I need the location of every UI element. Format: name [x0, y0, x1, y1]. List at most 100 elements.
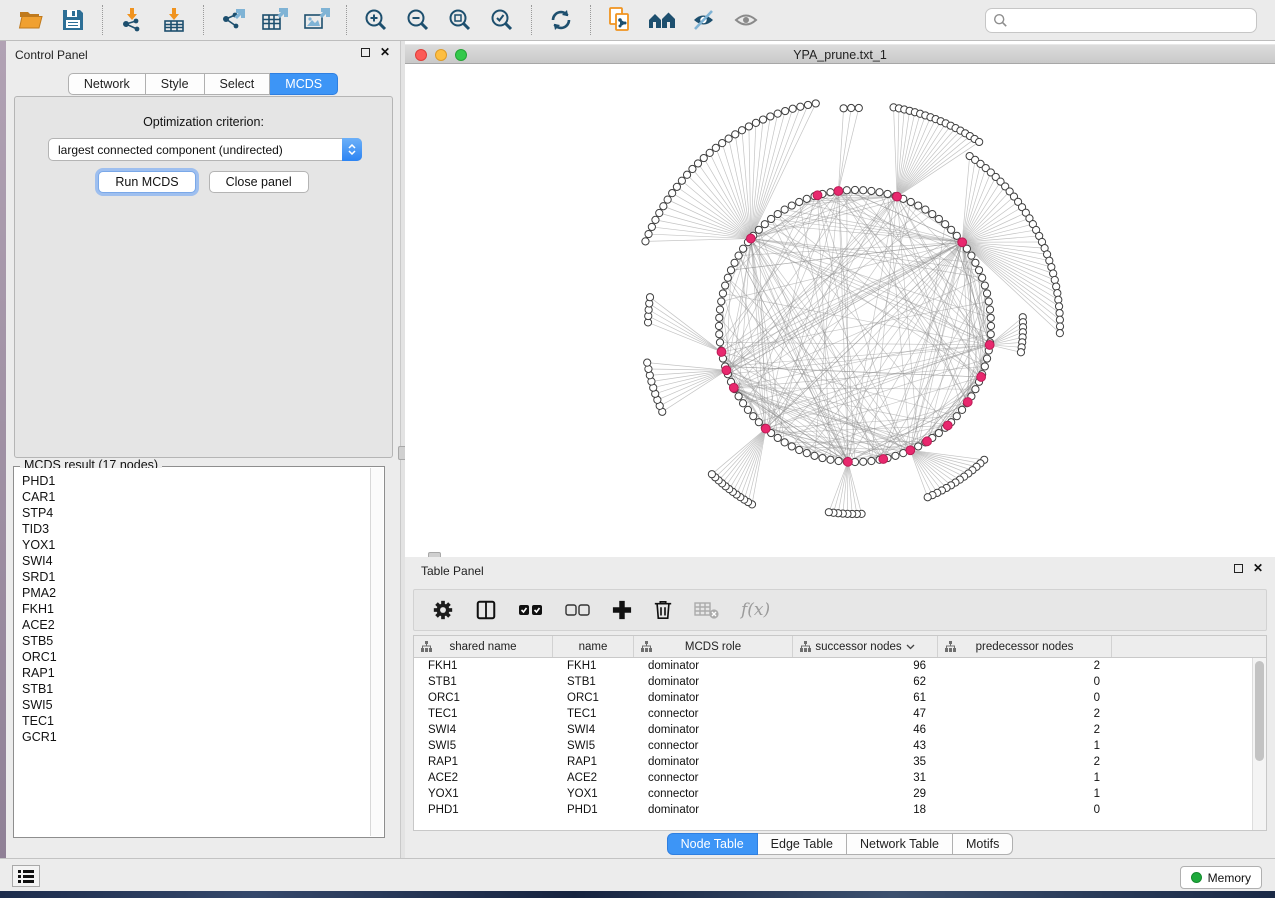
column-header-predecessor-nodes[interactable]: predecessor nodes: [938, 636, 1112, 657]
tab-style[interactable]: Style: [146, 73, 205, 95]
column-panel-icon[interactable]: [475, 599, 497, 621]
mcds-result-item[interactable]: FKH1: [22, 601, 370, 617]
tab-select[interactable]: Select: [205, 73, 271, 95]
mcds-result-item[interactable]: SWI4: [22, 553, 370, 569]
table-row[interactable]: ORC1ORC1dominator610: [414, 690, 1252, 706]
delete-column-icon[interactable]: [653, 599, 673, 621]
cell-name[interactable]: STB1: [553, 676, 634, 688]
cell-name[interactable]: ORC1: [553, 692, 634, 704]
table-row[interactable]: SWI4SWI4dominator462: [414, 722, 1252, 738]
cell-shared-name[interactable]: YOX1: [414, 788, 553, 800]
cell-successor-nodes[interactable]: 61: [793, 692, 938, 704]
table-row[interactable]: FKH1FKH1dominator962: [414, 658, 1252, 674]
cell-name[interactable]: FKH1: [553, 660, 634, 672]
cell-name[interactable]: SWI4: [553, 724, 634, 736]
cell-successor-nodes[interactable]: 29: [793, 788, 938, 800]
cell-name[interactable]: PHD1: [553, 804, 634, 816]
mcds-list-scrollbar[interactable]: [370, 468, 383, 836]
show-all-icon[interactable]: [730, 4, 762, 36]
copy-network-icon[interactable]: [604, 4, 636, 36]
tab-network[interactable]: Network: [68, 73, 146, 95]
zoom-selected-icon[interactable]: [486, 4, 518, 36]
network-search-box[interactable]: [985, 8, 1257, 33]
mcds-result-item[interactable]: RAP1: [22, 665, 370, 681]
cell-shared-name[interactable]: FKH1: [414, 660, 553, 672]
cell-MCDS-role[interactable]: dominator: [634, 724, 793, 736]
zoom-out-icon[interactable]: [402, 4, 434, 36]
column-header-successor-nodes[interactable]: successor nodes: [793, 636, 938, 657]
mcds-result-item[interactable]: ORC1: [22, 649, 370, 665]
function-builder-icon[interactable]: f(x): [741, 600, 770, 620]
export-table-icon[interactable]: [259, 4, 291, 36]
network-canvas[interactable]: [405, 65, 1275, 557]
zoom-fit-icon[interactable]: [444, 4, 476, 36]
mcds-result-item[interactable]: STB5: [22, 633, 370, 649]
mcds-result-item[interactable]: SWI5: [22, 697, 370, 713]
open-file-icon[interactable]: [15, 4, 47, 36]
cell-predecessor-nodes[interactable]: 2: [938, 708, 1112, 720]
scrollbar-thumb[interactable]: [1255, 661, 1264, 761]
add-column-icon[interactable]: [612, 600, 632, 620]
cell-predecessor-nodes[interactable]: 2: [938, 724, 1112, 736]
mcds-result-item[interactable]: STP4: [22, 505, 370, 521]
task-history-button[interactable]: [12, 865, 40, 887]
cell-shared-name[interactable]: ACE2: [414, 772, 553, 784]
column-header-MCDS-role[interactable]: MCDS role: [634, 636, 793, 657]
table-row[interactable]: RAP1RAP1dominator352: [414, 754, 1252, 770]
mcds-result-item[interactable]: TEC1: [22, 713, 370, 729]
cell-predecessor-nodes[interactable]: 2: [938, 756, 1112, 768]
search-input[interactable]: [1008, 12, 1249, 28]
mcds-result-item[interactable]: CAR1: [22, 489, 370, 505]
cell-shared-name[interactable]: TEC1: [414, 708, 553, 720]
cell-MCDS-role[interactable]: dominator: [634, 756, 793, 768]
close-panel-icon[interactable]: ✕: [1253, 564, 1263, 573]
mcds-result-item[interactable]: ACE2: [22, 617, 370, 633]
table-row[interactable]: YOX1YOX1connector291: [414, 786, 1252, 802]
close-panel-icon[interactable]: ✕: [380, 48, 390, 57]
memory-button[interactable]: Memory: [1180, 866, 1262, 889]
cell-MCDS-role[interactable]: dominator: [634, 692, 793, 704]
delete-table-icon[interactable]: [694, 600, 720, 620]
table-row[interactable]: SWI5SWI5connector431: [414, 738, 1252, 754]
cell-shared-name[interactable]: PHD1: [414, 804, 553, 816]
save-icon[interactable]: [57, 4, 89, 36]
hide-selected-icon[interactable]: [688, 4, 720, 36]
import-table-icon[interactable]: [158, 4, 190, 36]
zoom-in-icon[interactable]: [360, 4, 392, 36]
mcds-result-item[interactable]: YOX1: [22, 537, 370, 553]
cell-name[interactable]: YOX1: [553, 788, 634, 800]
mcds-result-item[interactable]: PMA2: [22, 585, 370, 601]
mcds-result-item[interactable]: GCR1: [22, 729, 370, 745]
cell-shared-name[interactable]: STB1: [414, 676, 553, 688]
run-mcds-button[interactable]: Run MCDS: [98, 171, 195, 193]
table-row[interactable]: ACE2ACE2connector311: [414, 770, 1252, 786]
cell-predecessor-nodes[interactable]: 0: [938, 804, 1112, 816]
column-header-shared-name[interactable]: shared name: [414, 636, 553, 657]
cell-successor-nodes[interactable]: 43: [793, 740, 938, 752]
import-network-icon[interactable]: [116, 4, 148, 36]
cell-shared-name[interactable]: SWI4: [414, 724, 553, 736]
float-panel-icon[interactable]: [361, 48, 370, 57]
cell-predecessor-nodes[interactable]: 1: [938, 740, 1112, 752]
cell-shared-name[interactable]: RAP1: [414, 756, 553, 768]
cell-predecessor-nodes[interactable]: 0: [938, 692, 1112, 704]
select-all-icon[interactable]: [518, 602, 544, 618]
cell-shared-name[interactable]: SWI5: [414, 740, 553, 752]
cell-MCDS-role[interactable]: connector: [634, 788, 793, 800]
cell-successor-nodes[interactable]: 35: [793, 756, 938, 768]
refresh-layout-icon[interactable]: [545, 4, 577, 36]
cell-MCDS-role[interactable]: connector: [634, 772, 793, 784]
network-window-titlebar[interactable]: YPA_prune.txt_1: [405, 44, 1275, 64]
cell-predecessor-nodes[interactable]: 2: [938, 660, 1112, 672]
cell-successor-nodes[interactable]: 31: [793, 772, 938, 784]
mcds-result-item[interactable]: STB1: [22, 681, 370, 697]
optimization-dropdown[interactable]: largest connected component (undirected): [48, 138, 362, 161]
cell-successor-nodes[interactable]: 62: [793, 676, 938, 688]
cell-predecessor-nodes[interactable]: 0: [938, 676, 1112, 688]
cell-MCDS-role[interactable]: connector: [634, 740, 793, 752]
table-row[interactable]: PHD1PHD1dominator180: [414, 802, 1252, 818]
network-graph[interactable]: [405, 65, 1275, 557]
mcds-result-item[interactable]: SRD1: [22, 569, 370, 585]
cell-shared-name[interactable]: ORC1: [414, 692, 553, 704]
cell-predecessor-nodes[interactable]: 1: [938, 772, 1112, 784]
